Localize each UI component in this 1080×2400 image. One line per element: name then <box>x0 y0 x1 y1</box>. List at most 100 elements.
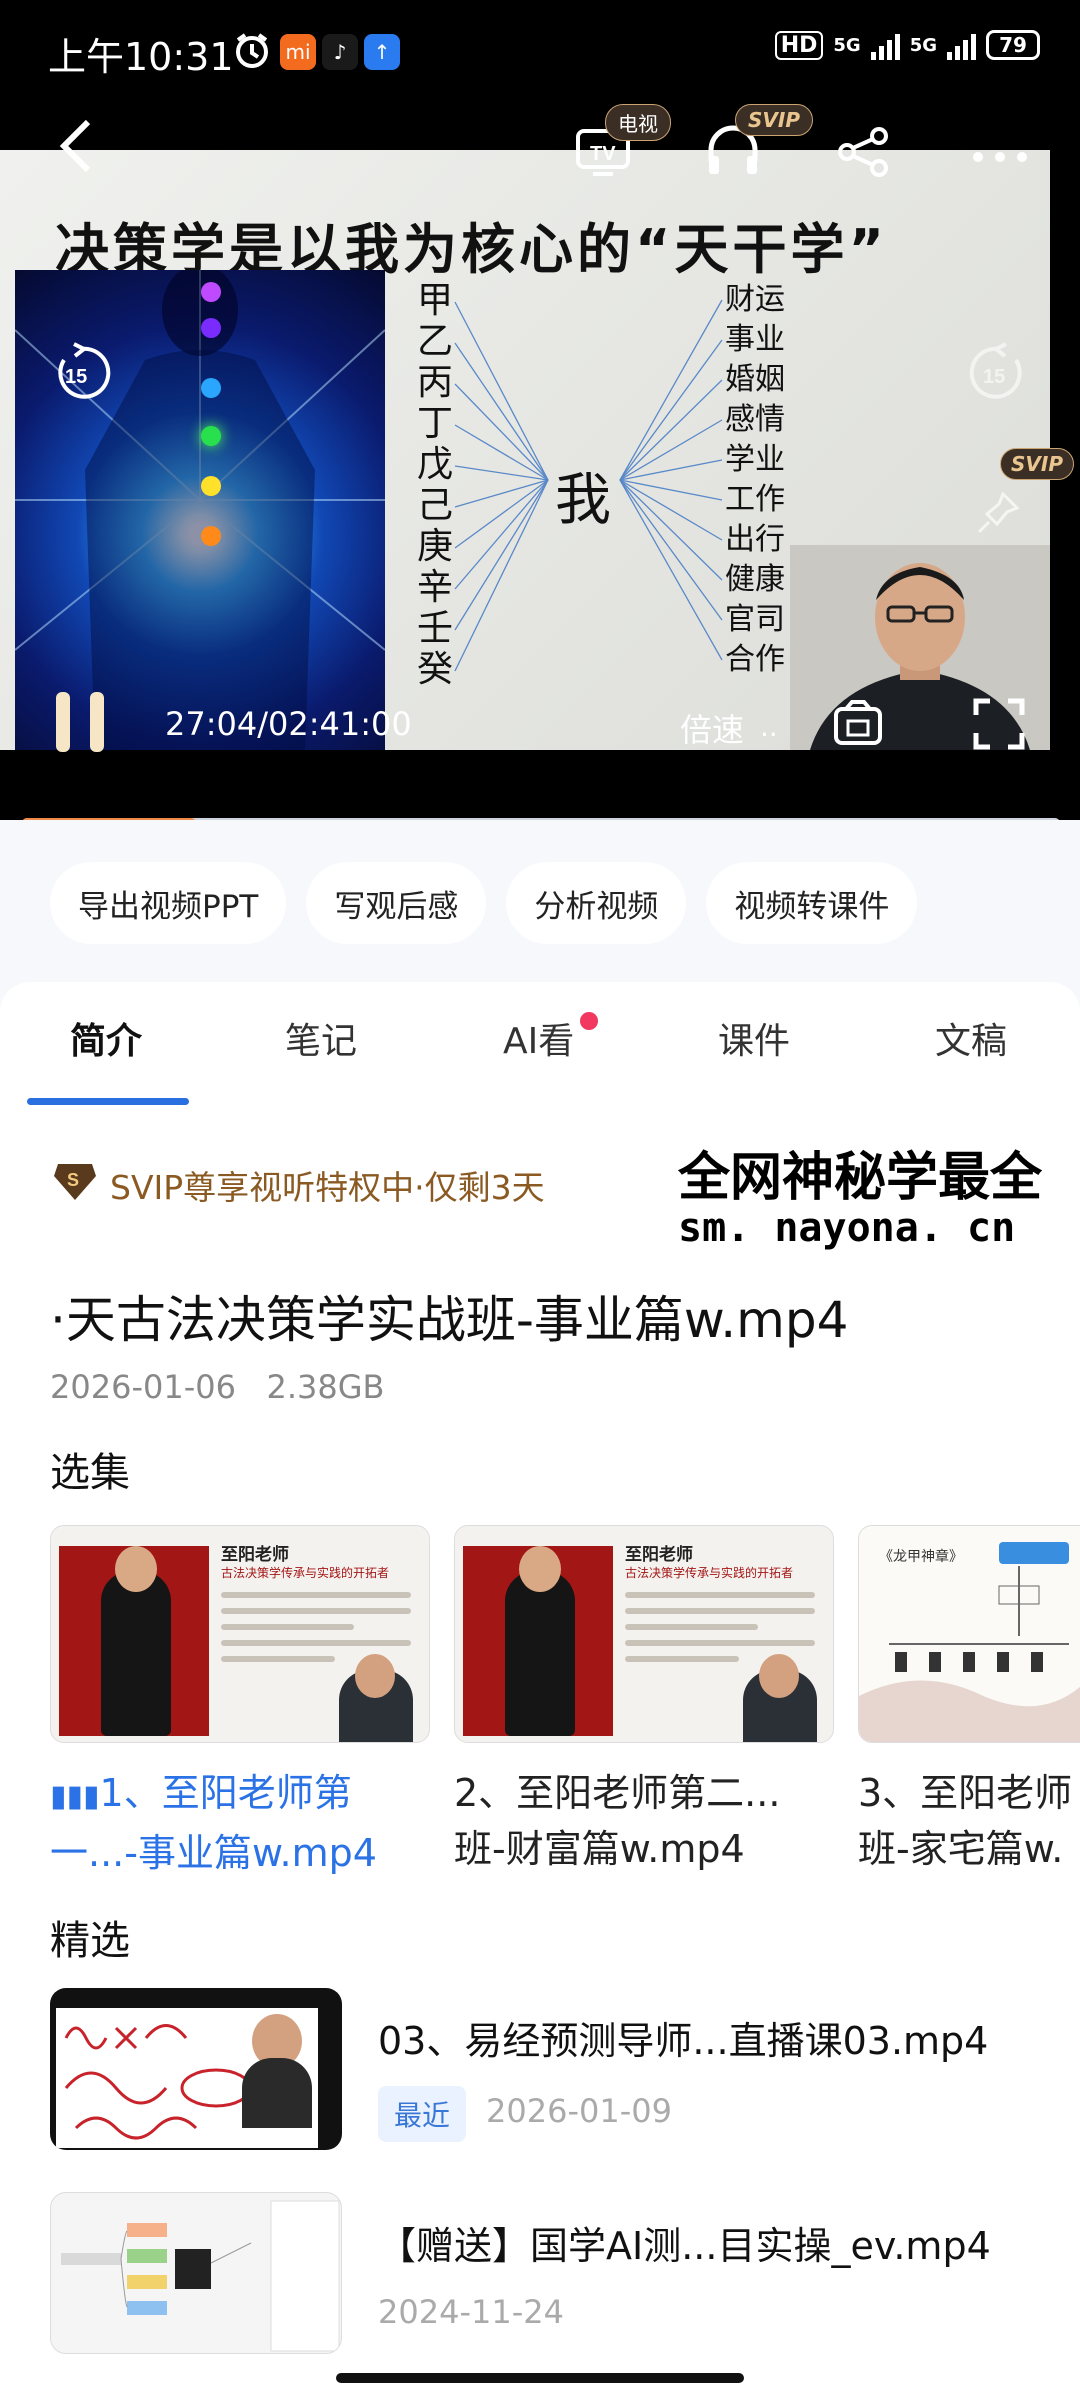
chakra-dot-brow <box>201 318 221 338</box>
svip-diamond-icon: S <box>52 1160 98 1210</box>
episode-2-line2: 班-财富篇w.mp4 <box>454 1827 745 1871</box>
svip-badge: SVIP <box>735 104 813 136</box>
video-title: ·天古法决策学实战班-事业篇w.mp4 <box>50 1291 849 1349</box>
stem-0: 甲 <box>416 280 453 321</box>
now-playing-icon: ▮▮▮ <box>50 1779 100 1814</box>
episode-3-line1: 3、至阳老师 <box>858 1771 1073 1815</box>
tab-courseware[interactable]: 课件 <box>718 1012 790 1064</box>
tiktok-app-icon: ♪ <box>322 34 358 70</box>
aspect-9: 合作 <box>725 642 785 677</box>
status-bar: 上午10:31 mi ♪ ↑ HD 5G 5G 79 <box>0 0 1080 100</box>
more-options-icon[interactable] <box>972 148 1028 167</box>
tab-notes[interactable]: 笔记 <box>285 1012 357 1064</box>
episode-thumbnail: 《龙甲神章》 <box>858 1525 1080 1743</box>
video-size: 2.38GB <box>266 1368 385 1406</box>
featured-date: 2024-11-24 <box>378 2293 564 2331</box>
signal-icon-2 <box>947 30 976 60</box>
aspect-2: 婚姻 <box>725 362 785 397</box>
pause-icon[interactable] <box>52 690 108 758</box>
episodes-heading: 选集 <box>50 1450 130 1496</box>
episode-item[interactable]: 至阳老师 古法决策学传承与实践的开拓者 2、至阳老师第二... 班-财富篇w.m… <box>454 1525 834 1877</box>
upload-app-icon: ↑ <box>364 34 400 70</box>
aspect-4: 学业 <box>725 442 785 477</box>
chakra-dot-throat <box>201 378 221 398</box>
svg-text:S: S <box>67 1170 79 1190</box>
svip-side-badge: SVIP <box>1000 448 1074 480</box>
center-label: 我 <box>555 468 611 533</box>
video-player[interactable]: 上午10:31 mi ♪ ↑ HD 5G 5G 79 决策学是以我为核心的“天干… <box>0 0 1080 820</box>
heavenly-stems-list: 甲 乙 丙 丁 戊 己 庚 辛 壬 癸 <box>415 280 455 690</box>
hd-voice-icon: HD <box>774 30 824 60</box>
svg-text:TV: TV <box>590 143 616 165</box>
chakra-dot-heart <box>201 426 221 446</box>
share-icon[interactable] <box>835 126 891 182</box>
episode-1-line2: 一...-事业篇w.mp4 <box>50 1831 377 1875</box>
tab-bar: 简介 笔记 AI看 课件 文稿 <box>0 1012 1080 1092</box>
aspect-1: 事业 <box>725 322 785 357</box>
episode-thumbnail: 至阳老师 古法决策学传承与实践的开拓者 <box>454 1525 834 1743</box>
signal-icon-1 <box>870 30 900 60</box>
svip-notice-text: SVIP尊享视听特权中·仅剩3天 <box>110 1168 545 1207</box>
video-frame: 决策学是以我为核心的“天干学” 甲 乙 丙 丁 戊 己 庚 辛 壬 癸 我 财运… <box>0 150 1050 750</box>
screenshot-icon[interactable] <box>830 697 886 757</box>
tab-intro[interactable]: 简介 <box>70 1012 142 1064</box>
episode-thumbnail: 至阳老师 古法决策学传承与实践的开拓者 <box>50 1525 430 1743</box>
progress-bar[interactable] <box>22 818 1060 820</box>
svip-notice[interactable]: S SVIP尊享视听特权中·仅剩3天 <box>52 1160 545 1210</box>
battery-icon: 79 <box>986 30 1040 60</box>
episode-item[interactable]: 《龙甲神章》 3、至阳老师 班-家宅篇w. <box>858 1525 1080 1877</box>
status-indicators: HD 5G 5G 79 <box>774 30 1040 60</box>
featured-title: 03、易经预测导师...直播课03.mp4 <box>378 2019 989 2063</box>
pin-icon[interactable] <box>975 490 1021 540</box>
featured-heading: 精选 <box>50 1918 130 1964</box>
chakra-dot-crown <box>201 282 221 302</box>
progress-fill <box>22 818 197 820</box>
watermark-url: sm. nayona. cn <box>678 1205 1016 1251</box>
stem-6: 庚 <box>416 526 453 567</box>
active-tab-indicator <box>27 1098 189 1105</box>
stem-5: 己 <box>416 485 453 526</box>
speed-button[interactable]: 倍速 <box>680 705 744 751</box>
video-to-courseware-button[interactable]: 视频转课件 <box>706 862 918 944</box>
aspect-0: 财运 <box>725 282 785 317</box>
episode-1-line1: 1、至阳老师第 <box>99 1771 352 1815</box>
home-indicator[interactable] <box>336 2373 744 2383</box>
action-chips: 导出视频PPT 写观后感 分析视频 视频转课件 <box>50 862 918 944</box>
episode-item[interactable]: 至阳老师 古法决策学传承与实践的开拓者 ▮▮▮1、至阳老师第 一...-事业篇w… <box>50 1525 430 1881</box>
thumb-subtitle: 古法决策学传承与实践的开拓者 <box>221 1566 390 1580</box>
analyze-video-button[interactable]: 分析视频 <box>506 862 687 944</box>
stem-3: 丁 <box>416 403 453 444</box>
tab-ai-view[interactable]: AI看 <box>503 1012 574 1064</box>
write-review-button[interactable]: 写观后感 <box>306 862 487 944</box>
status-time: 上午10:31 <box>48 35 234 79</box>
video-date: 2026-01-06 <box>50 1368 236 1406</box>
export-ppt-button[interactable]: 导出视频PPT <box>50 862 287 944</box>
network-label-1: 5G <box>833 34 861 56</box>
svg-text:15: 15 <box>983 366 1005 388</box>
thumb-teacher-name: 至阳老师 <box>221 1545 289 1565</box>
episode-caption: 3、至阳老师 班-家宅篇w. <box>858 1765 1080 1877</box>
fullscreen-icon[interactable] <box>972 697 1026 755</box>
aspect-6: 出行 <box>725 522 785 557</box>
notification-dot <box>580 1012 598 1030</box>
stem-8: 壬 <box>416 608 453 649</box>
episode-caption: ▮▮▮1、至阳老师第 一...-事业篇w.mp4 <box>50 1765 430 1881</box>
episode-2-line1: 2、至阳老师第二... <box>454 1771 781 1815</box>
aspect-5: 工作 <box>725 482 785 517</box>
mi-app-icon: mi <box>280 34 316 70</box>
life-aspects-list: 财运 事业 婚姻 感情 学业 工作 出行 健康 官司 合作 <box>725 280 795 680</box>
stem-4: 戊 <box>416 444 453 485</box>
tab-transcript[interactable]: 文稿 <box>935 1012 1007 1064</box>
back-arrow-icon[interactable] <box>58 118 94 178</box>
aspect-7: 健康 <box>725 562 785 597</box>
featured-title: 【赠送】国学AI测...目实操_ev.mp4 <box>378 2224 991 2268</box>
skip-forward-15-icon[interactable]: 15 <box>968 342 1030 408</box>
skip-back-15-icon[interactable]: 15 <box>50 342 112 408</box>
svg-text:15: 15 <box>65 366 87 388</box>
featured-thumbnail <box>50 2192 342 2354</box>
recent-tag: 最近 <box>378 2086 467 2142</box>
episode-3-line2: 班-家宅篇w. <box>858 1827 1064 1871</box>
featured-thumbnail <box>50 1988 342 2150</box>
thumb-subtitle: 古法决策学传承与实践的开拓者 <box>625 1566 794 1580</box>
network-label-2: 5G <box>909 34 937 56</box>
